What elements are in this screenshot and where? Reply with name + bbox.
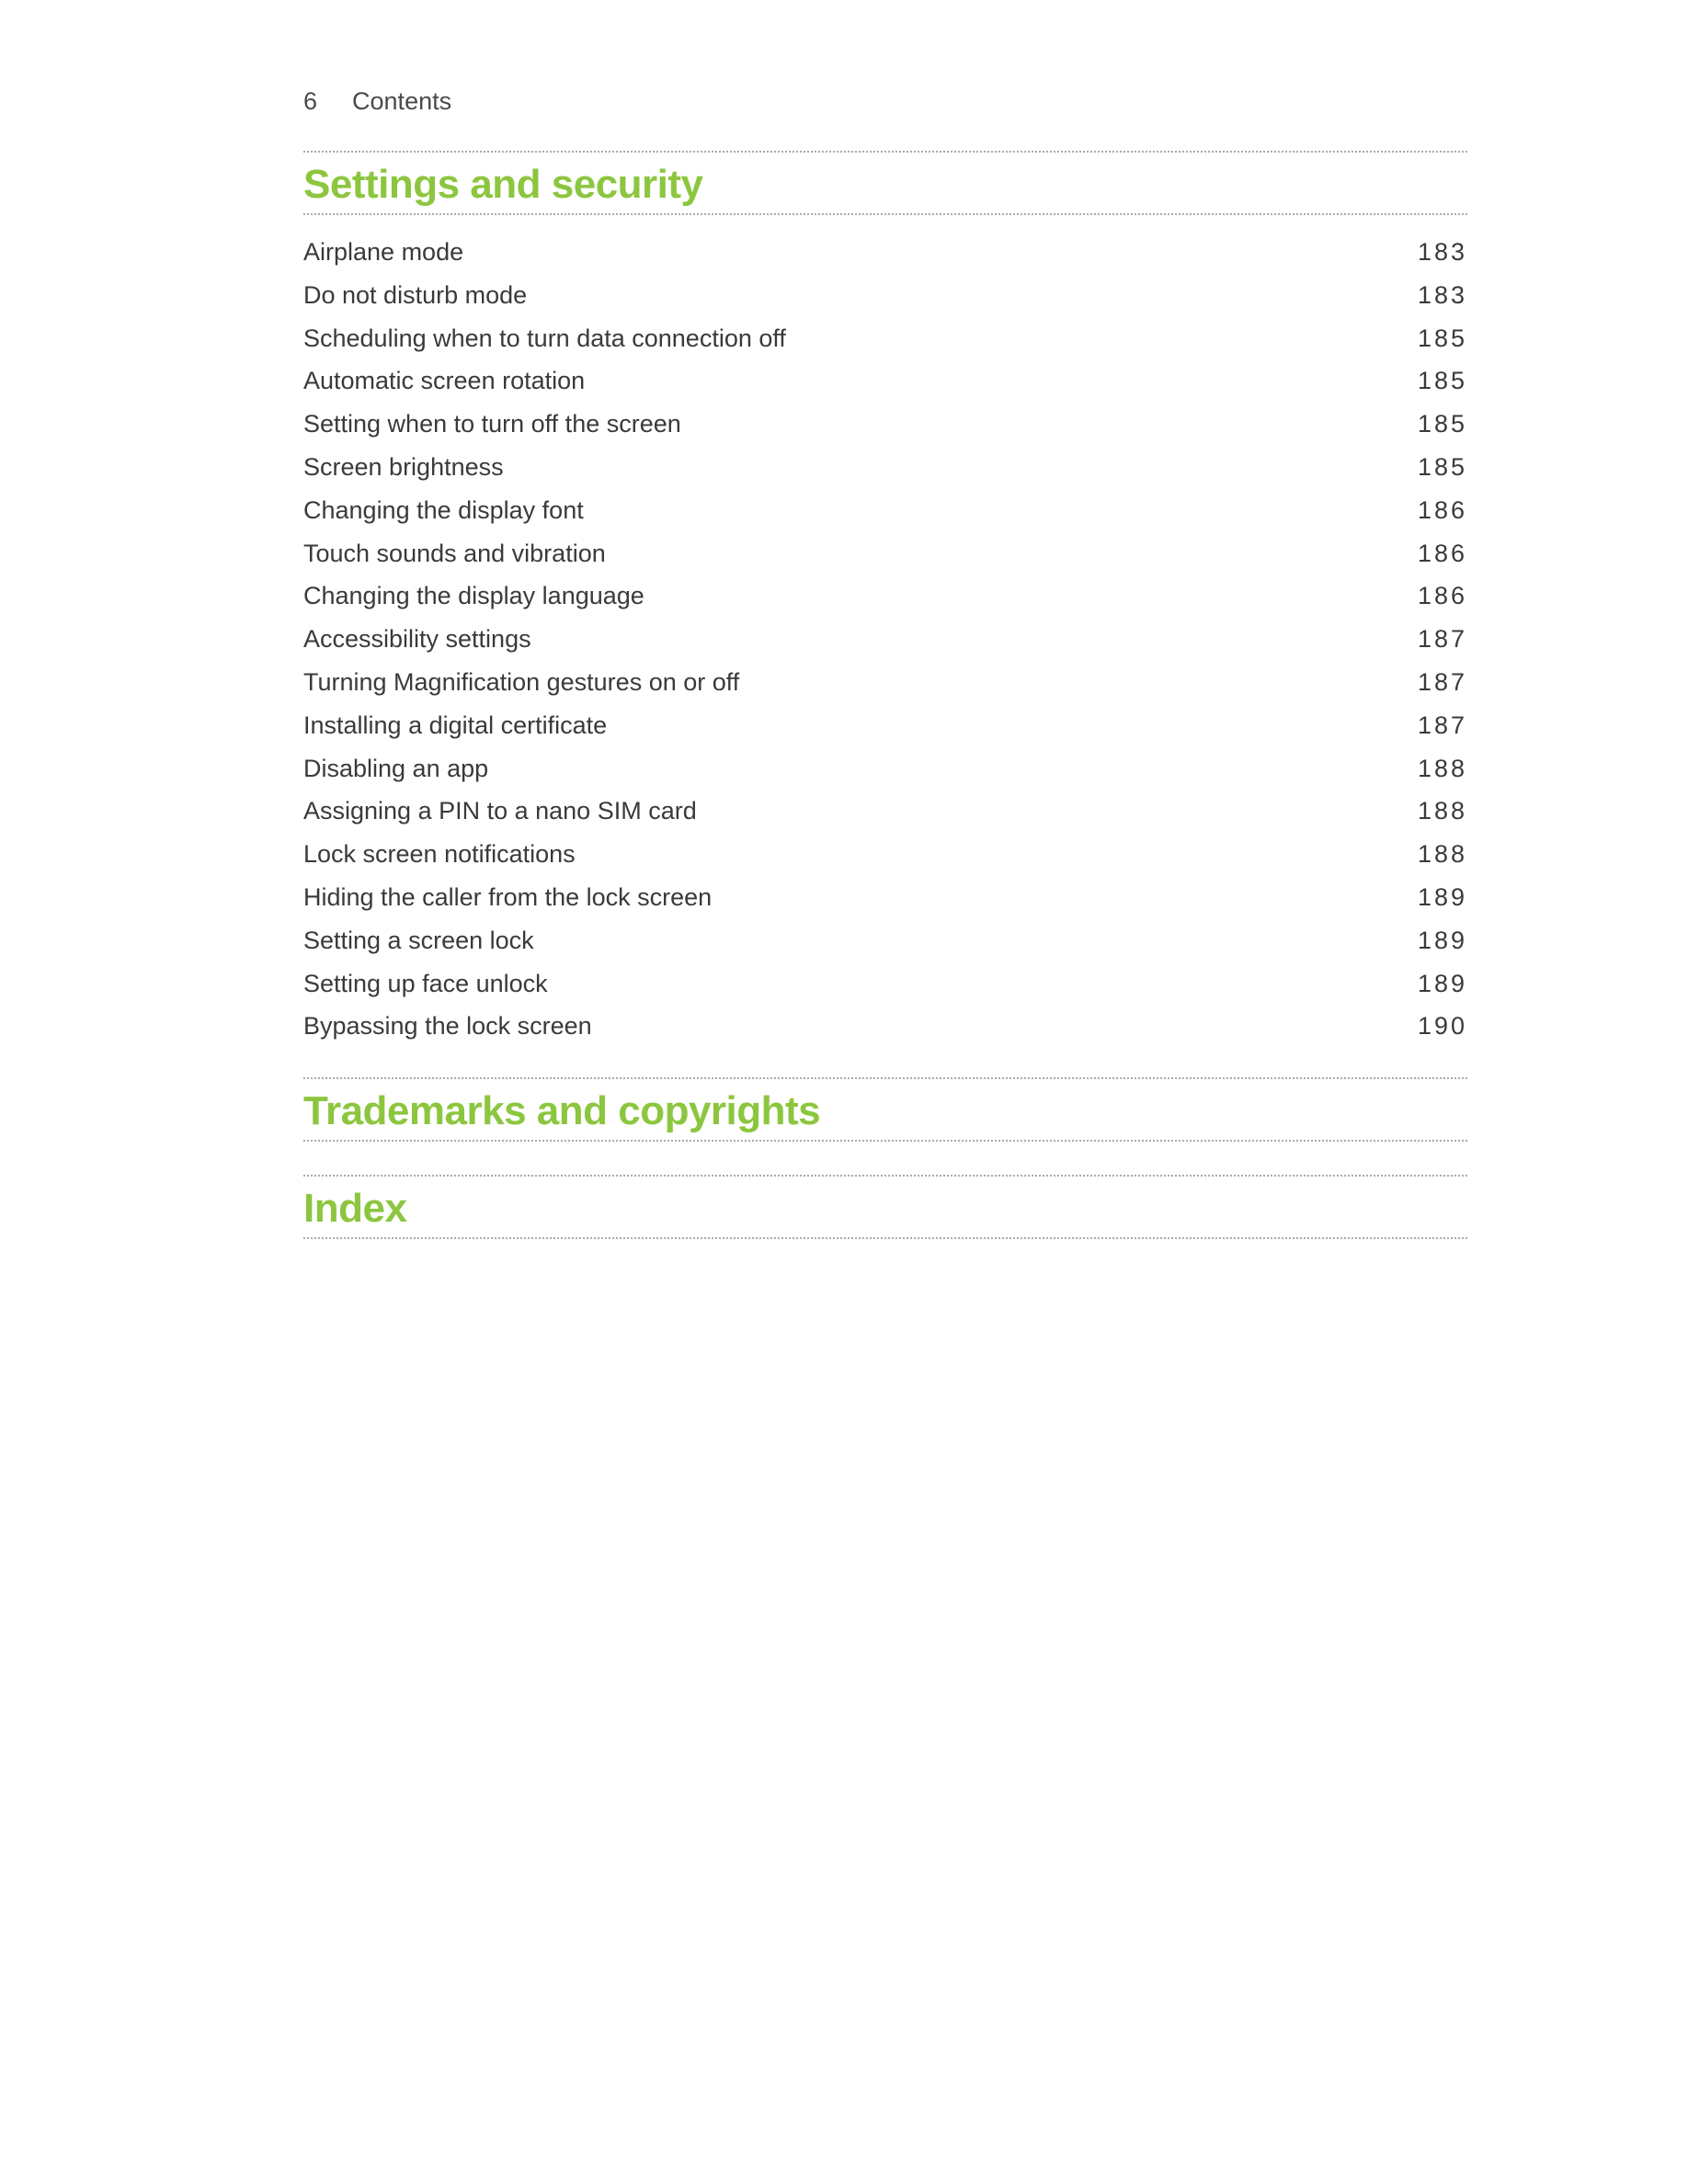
toc-entry-label: Changing the display language <box>303 579 644 614</box>
toc-row[interactable]: Setting a screen lock 189 <box>303 924 1467 959</box>
toc-entry-label: Touch sounds and vibration <box>303 537 606 572</box>
toc-entry-label: Airplane mode <box>303 235 463 270</box>
toc-section: Index <box>303 1175 1467 1239</box>
toc-entry-label: Changing the display font <box>303 494 584 529</box>
toc-entry-page: 189 <box>1418 881 1467 916</box>
toc-entry-label: Lock screen notifications <box>303 837 576 872</box>
toc-entry-label: Accessibility settings <box>303 622 531 657</box>
page-header: 6 Contents <box>303 87 1467 116</box>
toc-row[interactable]: Installing a digital certificate 187 <box>303 709 1467 744</box>
toc-entry-page: 187 <box>1418 665 1467 700</box>
toc-entry-page: 185 <box>1418 407 1467 442</box>
toc-entry-page: 188 <box>1418 752 1467 787</box>
toc-entry-label: Setting when to turn off the screen <box>303 407 681 442</box>
toc-entry-page: 188 <box>1418 837 1467 872</box>
toc-entry-page: 183 <box>1418 279 1467 313</box>
toc-entry-label: Hiding the caller from the lock screen <box>303 881 712 916</box>
toc-row[interactable]: Changing the display font 186 <box>303 494 1467 529</box>
contents-title: Contents <box>352 87 451 116</box>
toc-row[interactable]: Touch sounds and vibration 186 <box>303 537 1467 572</box>
toc-row[interactable]: Hiding the caller from the lock screen 18… <box>303 881 1467 916</box>
toc-section: Settings and securityAirplane mode183Do … <box>303 151 1467 1044</box>
toc-row[interactable]: Bypassing the lock screen 190 <box>303 1009 1467 1044</box>
toc-entry-label: Assigning a PIN to a nano SIM card <box>303 794 697 829</box>
toc-entry-label: Bypassing the lock screen <box>303 1009 592 1044</box>
toc-entry-label: Disabling an app <box>303 752 488 787</box>
toc-entry-label: Installing a digital certificate <box>303 709 607 744</box>
toc-entry-label: Turning Magnification gestures on or off <box>303 665 739 700</box>
toc-entry-page: 187 <box>1418 709 1467 744</box>
toc-entry-page: 185 <box>1418 450 1467 485</box>
toc-entry-page: 186 <box>1418 537 1467 572</box>
toc-entry-page: 189 <box>1418 924 1467 959</box>
toc-row[interactable]: Accessibility settings 187 <box>303 622 1467 657</box>
toc-section: Trademarks and copyrights <box>303 1077 1467 1142</box>
toc-entry-label: Setting a screen lock <box>303 924 534 959</box>
toc-entry-page: 187 <box>1418 622 1467 657</box>
toc-row[interactable]: Scheduling when to turn data connection … <box>303 322 1467 357</box>
section-heading-bar: Index <box>303 1175 1467 1239</box>
toc-entry-page: 188 <box>1418 794 1467 829</box>
toc-entry-label: Setting up face unlock <box>303 967 548 1002</box>
toc-row[interactable]: Disabling an app 188 <box>303 752 1467 787</box>
page-number: 6 <box>303 87 317 116</box>
section-heading[interactable]: Settings and security <box>303 162 1467 208</box>
toc-entry-page: 186 <box>1418 579 1467 614</box>
toc-row[interactable]: Setting when to turn off the screen 185 <box>303 407 1467 442</box>
toc-entry-page: 185 <box>1418 364 1467 399</box>
toc-row[interactable]: Airplane mode 183 <box>303 235 1467 270</box>
toc-entry-label: Screen brightness <box>303 450 504 485</box>
toc-row[interactable]: Automatic screen rotation 185 <box>303 364 1467 399</box>
section-heading-bar: Settings and security <box>303 151 1467 215</box>
toc-row[interactable]: Screen brightness 185 <box>303 450 1467 485</box>
toc-entry-label: Scheduling when to turn data connection … <box>303 322 786 357</box>
toc-entry-label: Automatic screen rotation <box>303 364 585 399</box>
toc-entry-page: 189 <box>1418 967 1467 1002</box>
toc-entry-page: 185 <box>1418 322 1467 357</box>
toc-row[interactable]: Lock screen notifications 188 <box>303 837 1467 872</box>
toc-row[interactable]: Setting up face unlock 189 <box>303 967 1467 1002</box>
toc-row[interactable]: Changing the display language 186 <box>303 579 1467 614</box>
toc-row[interactable]: Assigning a PIN to a nano SIM card 188 <box>303 794 1467 829</box>
toc-entry-page: 190 <box>1418 1009 1467 1044</box>
toc-row[interactable]: Do not disturb mode 183 <box>303 279 1467 313</box>
toc-entry-page: 186 <box>1418 494 1467 529</box>
toc-container: Settings and securityAirplane mode183Do … <box>303 151 1467 1239</box>
toc-entry-page: 183 <box>1418 235 1467 270</box>
toc-entries: Airplane mode 183 Do not disturb mode 183 Sc… <box>303 235 1467 1044</box>
section-heading[interactable]: Index <box>303 1186 1467 1232</box>
toc-row[interactable]: Turning Magnification gestures on or off… <box>303 665 1467 700</box>
section-heading[interactable]: Trademarks and copyrights <box>303 1088 1467 1134</box>
section-heading-bar: Trademarks and copyrights <box>303 1077 1467 1142</box>
toc-entry-label: Do not disturb mode <box>303 279 527 313</box>
